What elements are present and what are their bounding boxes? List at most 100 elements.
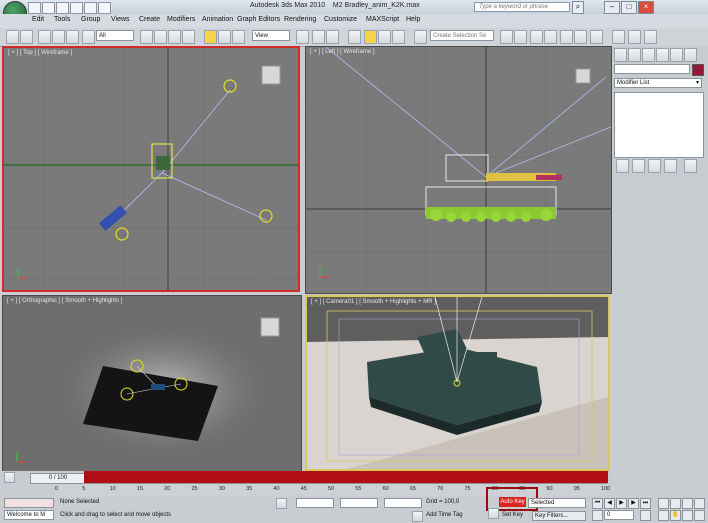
material-editor-icon[interactable] [590,30,603,44]
key-filters-button[interactable]: Key Filters... [532,511,586,521]
pivot-center-icon[interactable] [296,30,309,44]
key-mode-toggle-icon[interactable] [592,510,603,521]
render-setup-icon[interactable] [612,30,625,44]
help-search-input[interactable]: Type a keyword or phrase [474,2,570,12]
z-coordinate-field[interactable] [384,498,422,508]
named-selection-set-input[interactable]: Create Selection Se [430,30,494,41]
modify-panel-icon[interactable] [628,48,641,62]
align-icon[interactable] [514,30,527,44]
window-crossing-icon[interactable] [182,30,195,44]
layer-manager-icon[interactable] [530,30,543,44]
play-icon[interactable]: ▶ [616,498,627,509]
previous-frame-icon[interactable]: ◀ [604,498,615,509]
viewport-ortho-label[interactable]: [ + ] [ Orthographic ] [ Smooth + Highli… [7,298,122,304]
menu-edit[interactable]: Edit [32,16,44,23]
chevron-left-icon[interactable] [4,472,15,483]
pin-stack-icon[interactable] [616,159,629,173]
open-file-icon[interactable] [42,2,55,14]
viewport-left-label[interactable]: [ + ] [ Left ] [ Wireframe ] [310,49,375,55]
object-color-swatch[interactable] [692,64,704,76]
hierarchy-panel-icon[interactable] [642,48,655,62]
maxscript-mini-listener[interactable] [4,498,54,508]
close-button[interactable]: × [638,1,654,14]
pan-view-icon[interactable]: ✋ [670,510,681,521]
y-coordinate-field[interactable] [340,498,378,508]
set-key-button[interactable]: Set Key [500,511,528,521]
new-file-icon[interactable] [28,2,41,14]
menu-animation[interactable]: Animation [202,16,233,23]
configure-modifier-sets-icon[interactable] [684,159,697,173]
menu-create[interactable]: Create [139,16,160,23]
select-and-rotate-icon[interactable] [218,30,231,44]
menu-group[interactable]: Group [81,16,100,23]
menu-modifiers[interactable]: Modifiers [167,16,195,23]
spinner-snap-icon[interactable] [392,30,405,44]
make-unique-icon[interactable] [648,159,661,173]
schematic-view-icon[interactable] [574,30,587,44]
menu-help[interactable]: Help [406,16,420,23]
auto-key-button[interactable]: Auto Key [499,497,526,507]
edit-named-selection-icon[interactable] [414,30,427,44]
reference-coordinate-select[interactable]: View [252,30,290,41]
menu-rendering[interactable]: Rendering [284,16,316,23]
menu-graph-editors[interactable]: Graph Editors [237,16,280,23]
menu-views[interactable]: Views [111,16,130,23]
viewport-top-label[interactable]: [ + ] [ Top ] [ Wireframe ] [8,50,72,56]
select-and-scale-icon[interactable] [232,30,245,44]
search-icon[interactable]: ⌕ [572,1,584,14]
viewport-left[interactable]: [ + ] [ Left ] [ Wireframe ] [305,46,612,294]
orbit-icon[interactable] [682,510,693,521]
viewport-top[interactable]: [ + ] [ Top ] [ Wireframe ] [2,46,300,292]
snaps-toggle-icon[interactable] [348,30,361,44]
current-frame-field[interactable]: 0 [604,510,634,520]
display-panel-icon[interactable] [670,48,683,62]
maxscript-listener[interactable]: Welcome to M [4,510,54,520]
field-of-view-icon[interactable] [658,510,669,521]
add-time-tag[interactable]: Add Time Tag [424,511,482,521]
select-by-name-icon[interactable] [154,30,167,44]
menu-tools[interactable]: Tools [54,16,70,23]
time-tag-icon[interactable] [412,511,423,522]
rectangular-selection-icon[interactable] [168,30,181,44]
select-object-icon[interactable] [140,30,153,44]
lock-selection-icon[interactable] [276,498,287,509]
save-file-icon[interactable] [56,2,69,14]
show-end-result-icon[interactable] [632,159,645,173]
undo-icon[interactable] [6,30,19,44]
redo-icon[interactable] [20,30,33,44]
modifier-list-select[interactable]: Modifier List ▾ [614,78,702,88]
time-configuration-icon[interactable] [640,510,651,521]
rendered-frame-window-icon[interactable] [628,30,641,44]
set-key-icon[interactable] [488,508,499,519]
viewport-camera-label[interactable]: [ + ] [ Camera01 ] [ Smooth + Highlights… [311,299,436,305]
menu-maxscript[interactable]: MAXScript [366,16,399,23]
viewport-camera[interactable]: [ + ] [ Camera01 ] [ Smooth + Highlights… [305,295,610,471]
go-to-start-icon[interactable]: ⏮ [592,498,603,509]
zoom-extents-icon[interactable] [682,498,693,509]
create-panel-icon[interactable] [614,48,627,62]
maximize-viewport-icon[interactable] [694,510,705,521]
manipulate-icon[interactable] [312,30,325,44]
remove-modifier-icon[interactable] [664,159,677,173]
go-to-end-icon[interactable]: ⏭ [640,498,651,509]
percent-snap-icon[interactable] [378,30,391,44]
bind-space-warp-icon[interactable] [66,30,79,44]
motion-panel-icon[interactable] [656,48,669,62]
zoom-extents-all-icon[interactable] [694,498,705,509]
next-frame-icon[interactable]: ▶ [628,498,639,509]
zoom-all-icon[interactable] [670,498,681,509]
curve-editor-icon[interactable] [560,30,573,44]
mirror-icon[interactable] [500,30,513,44]
zoom-icon[interactable] [658,498,669,509]
unlink-icon[interactable] [52,30,65,44]
x-coordinate-field[interactable] [296,498,334,508]
viewport-orthographic[interactable]: [ + ] [ Orthographic ] [ Smooth + Highli… [2,295,302,473]
key-mode-select[interactable]: Selected [528,498,586,508]
undo-icon[interactable] [70,2,83,14]
link-icon[interactable] [38,30,51,44]
select-and-move-icon[interactable] [204,30,217,44]
keyboard-shortcut-icon[interactable] [326,30,339,44]
quick-render-icon[interactable] [644,30,657,44]
angle-snap-icon[interactable] [364,30,377,44]
menu-customize[interactable]: Customize [324,16,357,23]
